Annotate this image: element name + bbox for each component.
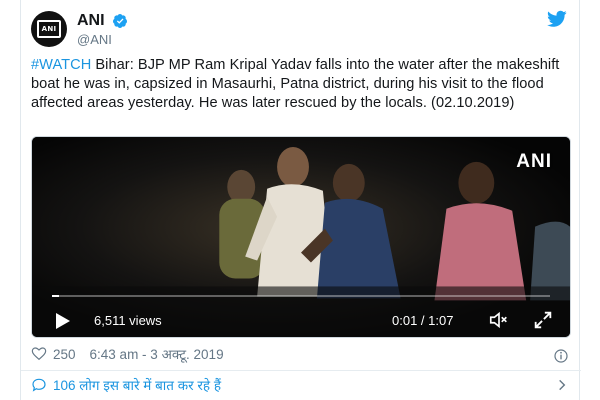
fullscreen-icon[interactable] [532, 309, 554, 331]
like-count[interactable]: 250 [53, 347, 76, 362]
twitter-bird-icon[interactable] [547, 10, 567, 28]
divider [21, 370, 581, 371]
handle[interactable]: @ANI [77, 32, 112, 47]
heart-icon[interactable] [31, 346, 47, 362]
view-count: 6,511 views [94, 313, 162, 328]
conversation-label[interactable]: 106 लोग इस बारे में बात कर रहे हैं [53, 376, 221, 394]
tweet-timestamp[interactable]: 6:43 am - 3 अक्टू. 2019 [90, 345, 224, 363]
tweet-body: Bihar: BJP MP Ram Kripal Yadav falls int… [31, 57, 560, 111]
play-icon[interactable] [52, 311, 72, 331]
ani-watermark: ANI [516, 151, 552, 172]
hashtag-link[interactable]: #WATCH [31, 57, 91, 73]
conversation-link[interactable]: 106 लोग इस बारे में बात कर रहे हैं [31, 376, 221, 394]
chevron-right-icon[interactable] [555, 378, 569, 392]
avatar[interactable]: ANI [31, 11, 67, 47]
info-icon[interactable] [553, 348, 569, 364]
tweet-card: ANI ANI @ANI #WATCH Bihar: BJP MP Ram Kr… [20, 0, 581, 400]
video-player[interactable]: ANI 6,511 views 0:01 / 1:07 [31, 136, 571, 338]
speech-bubble-icon [32, 378, 46, 392]
name-wrap[interactable]: ANI [77, 12, 128, 30]
volume-icon[interactable] [488, 309, 510, 331]
playback-time: 0:01 / 1:07 [392, 313, 454, 328]
tweet-header: ANI ANI @ANI [31, 8, 571, 50]
display-name[interactable]: ANI [77, 12, 105, 30]
tweet-text: #WATCH Bihar: BJP MP Ram Kripal Yadav fa… [31, 56, 571, 113]
tweet-meta: 250 6:43 am - 3 अक्टू. 2019 [31, 344, 224, 364]
ani-logo: ANI [37, 20, 61, 38]
progress-fill [52, 295, 60, 297]
video-frame [32, 137, 570, 337]
progress-bar[interactable] [52, 295, 550, 297]
verified-badge-icon [113, 14, 128, 28]
